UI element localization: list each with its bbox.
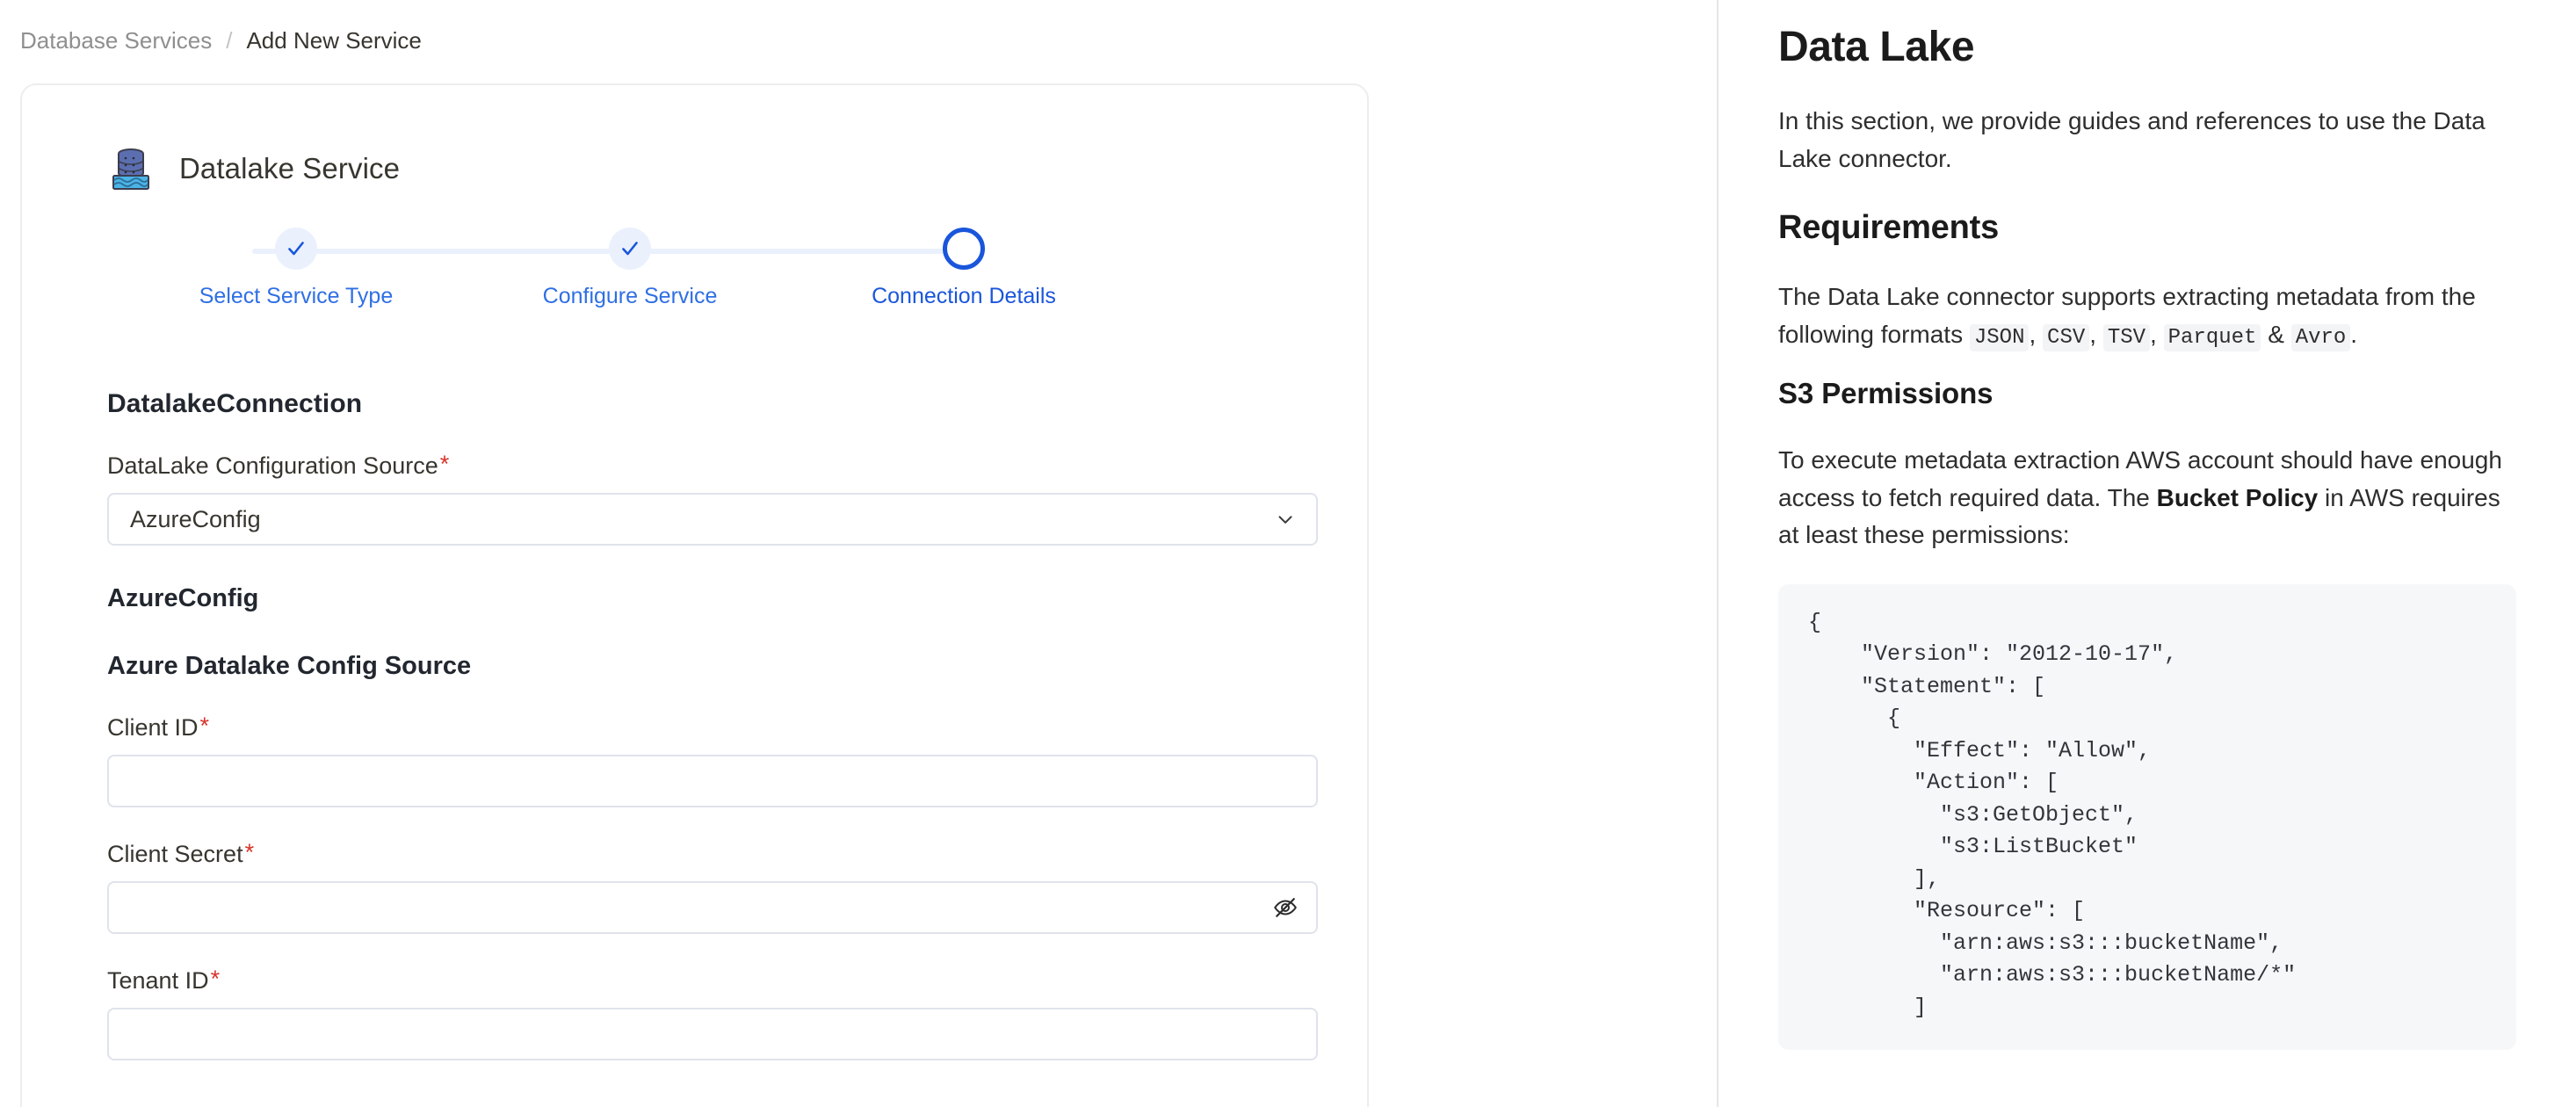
field-datalake-configuration-source: DataLake Configuration Source* AzureConf… (107, 451, 1318, 546)
select-value: AzureConfig (130, 505, 261, 532)
chevron-down-icon (1278, 516, 1292, 524)
bucket-policy-code-block: { "Version": "2012-10-17", "Statement": … (1778, 583, 2516, 1051)
required-marker: * (244, 839, 255, 865)
client-secret-input[interactable] (109, 883, 1316, 932)
toggle-client-secret-visibility-button[interactable] (1270, 893, 1300, 922)
step-marker-active (943, 228, 985, 270)
s3-bucket-policy-bold: Bucket Policy (2156, 483, 2319, 511)
service-card: Datalake Service Select Service Type Con… (20, 83, 1369, 1107)
breadcrumb-link-database-services[interactable]: Database Services (20, 29, 212, 52)
field-label: Tenant ID* (107, 966, 221, 995)
step-label: Configure Service (542, 284, 718, 308)
section-title-datalake-connection: DatalakeConnection (107, 389, 363, 418)
service-title: Datalake Service (179, 152, 401, 184)
format-chip-json: JSON (1969, 323, 2030, 351)
field-label: DataLake Configuration Source* (107, 451, 450, 480)
step-connection-details[interactable]: Connection Details (858, 228, 1069, 324)
formats-suffix: . (2350, 320, 2358, 348)
datalake-configuration-source-select[interactable]: AzureConfig (107, 493, 1318, 546)
format-chip-csv: CSV (2043, 323, 2090, 351)
required-marker: * (199, 713, 210, 739)
docs-heading-s3-permissions: S3 Permissions (1778, 377, 1994, 410)
field-client-secret: Client Secret* (107, 839, 1318, 934)
subsection-title-azure-datalake-config-source: Azure Datalake Config Source (107, 652, 472, 680)
subsection-title-azure-config: AzureConfig (107, 584, 259, 612)
required-marker: * (210, 966, 221, 992)
breadcrumb-separator: / (226, 27, 233, 54)
required-marker: * (439, 451, 450, 477)
comma: , (2150, 320, 2157, 348)
step-marker-done (609, 228, 651, 270)
client-secret-control[interactable] (107, 881, 1318, 934)
docs-pane: Data Lake In this section, we provide gu… (1719, 0, 2576, 1107)
field-tenant-id: Tenant ID* (107, 966, 1318, 1060)
docs-s3-paragraph: To execute metadata extraction AWS accou… (1778, 442, 2516, 554)
format-chip-avro: Avro (2290, 323, 2351, 351)
eye-off-icon (1274, 898, 1297, 917)
service-header: Datalake Service (107, 85, 1282, 192)
step-label: Select Service Type (199, 284, 394, 308)
connection-form: DatalakeConnection DataLake Configuratio… (107, 324, 1318, 1060)
format-chip-tsv: TSV (2102, 323, 2151, 351)
client-id-control[interactable] (107, 755, 1318, 807)
tenant-id-control[interactable] (107, 1008, 1318, 1060)
check-icon (622, 242, 638, 256)
format-chip-parquet: Parquet (2163, 323, 2261, 351)
form-pane: Database Services / Add New Service Data… (0, 0, 1719, 1107)
comma: , (2029, 320, 2037, 348)
step-configure-service[interactable]: Configure Service (525, 228, 735, 324)
datalake-icon (112, 148, 149, 190)
docs-heading-requirements: Requirements (1778, 209, 2000, 247)
field-client-id: Client ID* (107, 713, 1318, 807)
tenant-id-input[interactable] (109, 1009, 1316, 1059)
client-id-input[interactable] (109, 756, 1316, 806)
field-label: Client ID* (107, 713, 210, 742)
breadcrumb-current: Add New Service (246, 27, 422, 54)
step-select-service-type[interactable]: Select Service Type (191, 228, 402, 324)
stepper: Select Service Type Configure Service Co… (191, 228, 1069, 324)
docs-formats-paragraph: The Data Lake connector supports extract… (1778, 279, 2516, 354)
step-label: Connection Details (872, 284, 1056, 308)
comma: , (2089, 320, 2097, 348)
step-marker-done (275, 228, 317, 270)
docs-intro-paragraph: In this section, we provide guides and r… (1778, 107, 2486, 172)
add-service-page: Database Services / Add New Service Data… (0, 0, 2576, 1107)
formats-conjunction: & (2268, 320, 2284, 348)
bucket-policy-code: { "Version": "2012-10-17", "Statement": … (1808, 609, 2297, 1020)
check-icon (288, 242, 304, 256)
docs-title: Data Lake (1778, 24, 1975, 70)
field-label: Client Secret* (107, 839, 255, 868)
breadcrumb: Database Services / Add New Service (0, 0, 1719, 52)
